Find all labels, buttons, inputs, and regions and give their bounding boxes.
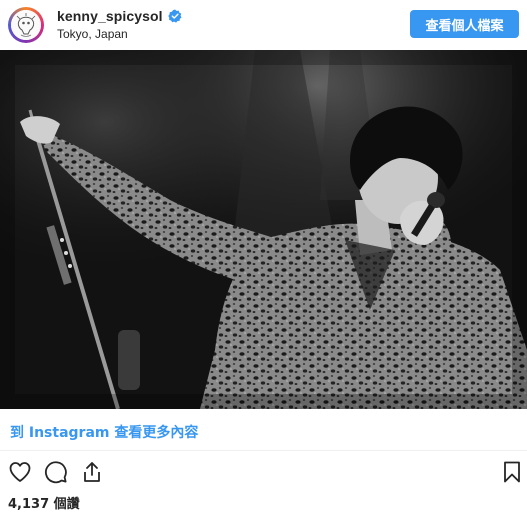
concert-photo [0,50,527,409]
username-row: kenny_spicysol [57,8,182,24]
heart-icon [9,462,31,482]
bookmark-icon [504,461,520,483]
view-more-link[interactable]: 到 Instagram 查看更多內容 [10,422,198,442]
avatar-ring[interactable] [8,7,44,43]
location-link[interactable]: Tokyo, Japan [57,27,128,41]
instagram-embed-card: kenny_spicysol Tokyo, Japan 查看個人檔案 到 Ins… [0,0,527,515]
post-header: kenny_spicysol Tokyo, Japan 查看個人檔案 [0,0,527,50]
likes-count[interactable]: 4,137 個讚 [8,493,80,512]
post-photo[interactable] [0,50,527,409]
divider [0,450,527,451]
username-link[interactable]: kenny_spicysol [57,8,163,24]
comment-icon [45,461,67,484]
avatar[interactable] [11,10,41,40]
share-button[interactable] [78,458,106,486]
verified-badge-icon [167,9,182,23]
view-profile-button[interactable]: 查看個人檔案 [410,10,519,38]
like-button[interactable] [6,458,34,486]
save-button[interactable] [498,458,526,486]
avatar-logo [11,10,41,40]
comment-button[interactable] [42,458,70,486]
share-icon [84,462,100,482]
